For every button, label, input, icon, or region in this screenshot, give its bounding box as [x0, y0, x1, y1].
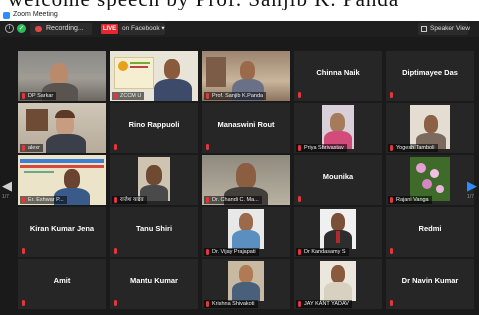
participant-tile[interactable]: Dr. Chandi C. Ma...: [202, 155, 290, 205]
zoom-logo-icon: [3, 12, 10, 19]
title-bar: Zoom Meeting: [0, 10, 479, 21]
muted-mic-icon: [22, 248, 25, 254]
muted-mic-icon: [390, 145, 393, 151]
participant-name: alexr: [20, 144, 43, 152]
muted-mic-icon: [114, 144, 117, 150]
participant-tile[interactable]: Mantu Kumar: [110, 259, 198, 309]
muted-mic-icon: [298, 145, 301, 151]
shield-icon[interactable]: ✓: [17, 24, 26, 33]
muted-mic-icon: [298, 301, 301, 307]
participant-tile[interactable]: Manaswini Rout: [202, 103, 290, 153]
muted-mic-icon: [206, 93, 209, 99]
page-indicator-left: 1/7: [2, 194, 9, 200]
participant-name: Dr. Chandi C. Ma...: [204, 196, 262, 204]
muted-mic-icon: [22, 300, 25, 306]
muted-mic-icon: [206, 301, 209, 307]
top-toolbar: i ✓ Recording... LIVE on Facebook ▾ Spea…: [0, 21, 479, 37]
participant-tile[interactable]: Mounika: [294, 155, 382, 205]
participant-name: राजेश यादव: [112, 196, 147, 204]
participant-name: JAY KANT YADAV: [296, 300, 352, 308]
participant-tile[interactable]: Yogesh Tamboli: [386, 103, 474, 153]
muted-mic-icon: [114, 300, 117, 306]
muted-mic-icon: [298, 249, 301, 255]
caption-fragment: welcome speech by Prof. Sanjib K. Panda: [0, 0, 479, 10]
participant-name: Krishna Shivakoti: [204, 300, 258, 308]
participant-tile[interactable]: JAY KANT YADAV: [294, 259, 382, 309]
participant-name: Dr. Vijay Prajapati: [204, 248, 259, 256]
participant-name: Mounika: [322, 172, 354, 181]
participant-name: Dr Kandasamy S: [296, 248, 349, 256]
participant-name: Rajani Vanga: [388, 196, 432, 204]
participant-name: Er. Eshwar P...: [20, 196, 67, 204]
previous-page-arrow-icon[interactable]: ◀: [2, 178, 12, 194]
participant-tile[interactable]: DP Sarkar: [18, 51, 106, 101]
participant-tile[interactable]: Dr. Vijay Prajapati: [202, 207, 290, 257]
muted-mic-icon: [114, 197, 117, 203]
live-target-label: on Facebook: [122, 25, 160, 32]
speaker-view-label: Speaker View: [430, 25, 470, 32]
participant-name: ZCCM U: [112, 92, 145, 100]
participant-name: Kiran Kumar Jena: [29, 224, 95, 233]
participant-name: Prof. Sanjib K.Panda: [204, 92, 267, 100]
info-icon[interactable]: i: [5, 24, 14, 33]
muted-mic-icon: [206, 249, 209, 255]
participant-tile[interactable]: Priya Shrivastav: [294, 103, 382, 153]
participant-name: Chinna Naik: [316, 68, 360, 77]
muted-mic-icon: [390, 197, 393, 203]
participant-name: Redmi: [418, 224, 442, 233]
participant-tile[interactable]: Kiran Kumar Jena: [18, 207, 106, 257]
participant-name: Manaswini Rout: [217, 120, 275, 129]
record-icon: [35, 26, 42, 32]
participant-name: Yogesh Tamboli: [388, 144, 438, 152]
participant-name: Mantu Kumar: [130, 276, 178, 285]
grid-icon: [421, 26, 427, 32]
participant-tile[interactable]: Chinna Naik: [294, 51, 382, 101]
muted-mic-icon: [390, 248, 393, 254]
participant-tile[interactable]: Diptimayee Das: [386, 51, 474, 101]
active-speaker-tile[interactable]: alexr: [18, 103, 106, 153]
live-target-dropdown[interactable]: on Facebook ▾: [119, 23, 165, 35]
participant-name: Tanu Shiri: [135, 224, 173, 233]
participant-tile[interactable]: Amit: [18, 259, 106, 309]
muted-mic-icon: [22, 145, 25, 151]
participant-tile[interactable]: ZCCM U: [110, 51, 198, 101]
participant-tile[interactable]: Tanu Shiri: [110, 207, 198, 257]
participant-name: DP Sarkar: [20, 92, 57, 100]
caption-text: welcome speech by Prof. Sanjib K. Panda: [8, 0, 399, 10]
participant-tile[interactable]: Krishna Shivakoti: [202, 259, 290, 309]
participant-name: Dr Navin Kumar: [401, 276, 459, 285]
muted-mic-icon: [298, 92, 301, 98]
muted-mic-icon: [206, 197, 209, 203]
participant-name: Amit: [53, 276, 71, 285]
page-indicator-right: 1/7: [467, 194, 474, 200]
participant-tile[interactable]: Dr Kandasamy S: [294, 207, 382, 257]
chevron-down-icon: ▾: [161, 25, 165, 32]
muted-mic-icon: [22, 197, 25, 203]
next-page-arrow-icon[interactable]: ▶: [467, 178, 477, 194]
muted-mic-icon: [114, 93, 117, 99]
participant-tile[interactable]: Rajani Vanga: [386, 155, 474, 205]
live-badge[interactable]: LIVE: [101, 24, 118, 34]
meeting-window: i ✓ Recording... LIVE on Facebook ▾ Spea…: [0, 21, 479, 315]
participant-name: Rino Rappuoli: [128, 120, 180, 129]
participant-name: Priya Shrivastav: [296, 144, 347, 152]
participant-name: Diptimayee Das: [402, 68, 458, 77]
participant-tile[interactable]: Dr Navin Kumar: [386, 259, 474, 309]
participant-tile[interactable]: Redmi: [386, 207, 474, 257]
recording-indicator[interactable]: Recording...: [30, 23, 92, 35]
muted-mic-icon: [22, 93, 25, 99]
muted-mic-icon: [298, 196, 301, 202]
participant-tile[interactable]: राजेश यादव: [110, 155, 198, 205]
participant-tile[interactable]: Er. Eshwar P...: [18, 155, 106, 205]
muted-mic-icon: [390, 300, 393, 306]
speaker-view-button[interactable]: Speaker View: [418, 23, 470, 35]
window-title: Zoom Meeting: [13, 11, 58, 18]
muted-mic-icon: [390, 92, 393, 98]
participant-tile[interactable]: Rino Rappuoli: [110, 103, 198, 153]
muted-mic-icon: [114, 248, 117, 254]
participant-tile[interactable]: Prof. Sanjib K.Panda: [202, 51, 290, 101]
muted-mic-icon: [206, 144, 209, 150]
recording-label: Recording...: [46, 25, 84, 32]
